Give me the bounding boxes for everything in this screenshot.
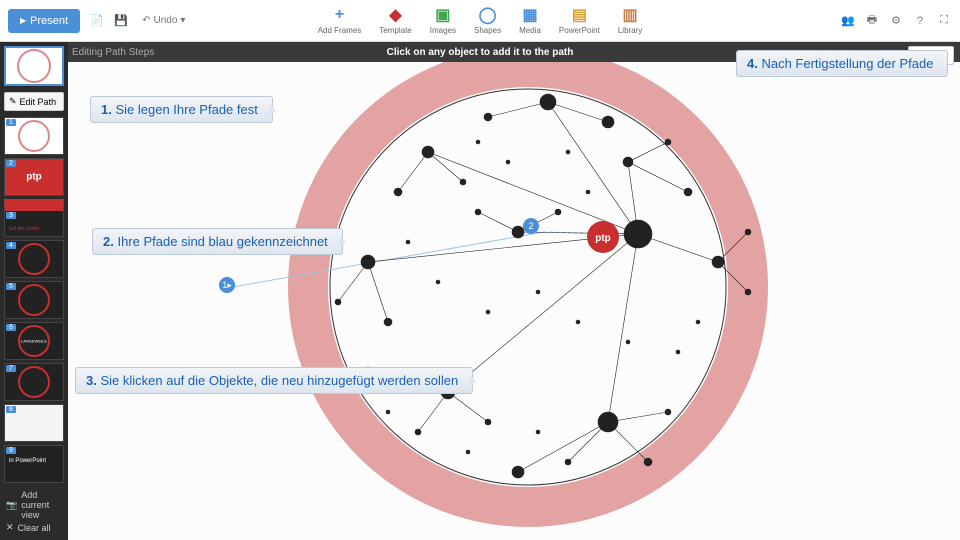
path-step-thumb-4[interactable]: 4	[4, 240, 64, 278]
tool-label: Images	[430, 26, 456, 35]
tool-label: Library	[618, 26, 642, 35]
toolbar-left-group: 📄 💾 ↶ Undo ▾	[88, 12, 191, 30]
annotation-2: 2. Ihre Pfade sind blau gekennzeichnet	[92, 228, 343, 255]
thumb-number: 6	[6, 324, 16, 331]
thumb-number: 8	[6, 406, 16, 413]
path-step-thumb-7[interactable]: 7	[4, 363, 64, 401]
add-frames-icon: +	[330, 6, 348, 24]
tool-label: Shapes	[474, 26, 501, 35]
annotation-4: 4. Nach Fertigstellung der Pfade	[736, 50, 948, 77]
overview-thumbnail[interactable]	[4, 46, 64, 86]
thumb-number: 1	[6, 119, 16, 126]
path-step-thumb-5[interactable]: 5	[4, 281, 64, 319]
tool-label: PowerPoint	[559, 26, 600, 35]
path-step-thumb-3[interactable]: 3	[4, 199, 64, 237]
shapes-icon: ◯	[479, 6, 497, 24]
tool-powerpoint[interactable]: ▤ PowerPoint	[559, 6, 600, 35]
collaborate-icon[interactable]: 👥	[840, 13, 856, 29]
print-icon[interactable]: 🖶	[864, 13, 880, 29]
clear-all-label: Clear all	[18, 523, 51, 533]
path-step-badge-2[interactable]: 2	[523, 218, 539, 234]
thumb-number: 7	[6, 365, 16, 372]
tool-images[interactable]: ▣ Images	[430, 6, 456, 35]
edit-path-label: Edit Path	[20, 97, 57, 107]
annotation-1-num: 1.	[101, 102, 112, 117]
annotation-1-text: Sie legen Ihre Pfade fest	[115, 102, 257, 117]
path-badge-1-num: 1	[222, 280, 227, 290]
tool-label: Media	[519, 26, 541, 35]
path-steps-list: 1 2 3 4 5 6 7 8 9	[0, 117, 68, 485]
thumb-number: 2	[6, 160, 16, 167]
annotation-2-num: 2.	[103, 234, 114, 249]
path-step-thumb-8[interactable]: 8	[4, 404, 64, 442]
thumb-number: 9	[6, 447, 16, 454]
tool-media[interactable]: ▦ Media	[519, 6, 541, 35]
sidebar-footer: 📷 Add current view ✕ Clear all	[0, 485, 68, 540]
media-icon: ▦	[521, 6, 539, 24]
annotation-3-num: 3.	[86, 373, 97, 388]
thumb-number: 3	[6, 212, 16, 219]
path-step-thumb-2[interactable]: 2	[4, 158, 64, 196]
tool-template[interactable]: ◆ Template	[379, 6, 411, 35]
thumb-number: 5	[6, 283, 16, 290]
undo-button[interactable]: ↶ Undo ▾	[136, 13, 191, 28]
annotation-4-text: Nach Fertigstellung der Pfade	[761, 56, 933, 71]
images-icon: ▣	[434, 6, 452, 24]
library-icon: ▥	[621, 6, 639, 24]
path-sidebar: ✎ Edit Path 1 2 3 4 5 6 7 8 9 📷 Add current view…	[0, 42, 68, 540]
thumb-number: 4	[6, 242, 16, 249]
tool-library[interactable]: ▥ Library	[618, 6, 642, 35]
path-step-thumb-1[interactable]: 1	[4, 117, 64, 155]
tool-label: Template	[379, 26, 411, 35]
powerpoint-icon: ▤	[570, 6, 588, 24]
add-current-label: Add current view	[21, 490, 62, 520]
svg-text:ptp: ptp	[595, 233, 611, 244]
path-step-badge-1[interactable]: 1▸	[219, 277, 235, 293]
tool-shapes[interactable]: ◯ Shapes	[474, 6, 501, 35]
prezi-canvas-graphic: ptp	[68, 62, 960, 540]
toolbar-right-group: 👥 🖶 ⚙ ? ⛶	[840, 13, 952, 29]
editing-path-label: Editing Path Steps	[72, 47, 154, 58]
annotation-1: 1. Sie legen Ihre Pfade fest	[90, 96, 273, 123]
toolbar-tools: + Add Frames ◆ Template ▣ Images ◯ Shapes ▦ Media…	[318, 6, 643, 35]
path-step-thumb-9[interactable]: 9	[4, 445, 64, 483]
present-button[interactable]: Present	[8, 9, 80, 33]
new-doc-icon[interactable]: 📄	[88, 12, 106, 30]
present-label: Present	[30, 15, 68, 27]
canvas[interactable]: ptp	[68, 62, 960, 540]
fullscreen-icon[interactable]: ⛶	[936, 13, 952, 29]
annotation-3-text: Sie klicken auf die Objekte, die neu hin…	[100, 373, 458, 388]
path-hint-text: Click on any object to add it to the pat…	[387, 47, 574, 58]
annotation-4-num: 4.	[747, 56, 758, 71]
path-badge-2-num: 2	[528, 221, 533, 231]
help-icon[interactable]: ?	[912, 13, 928, 29]
undo-label: Undo	[153, 15, 177, 26]
clear-all-button[interactable]: ✕ Clear all	[6, 521, 62, 534]
annotation-3: 3. Sie klicken auf die Objekte, die neu …	[75, 367, 473, 394]
template-icon: ◆	[387, 6, 405, 24]
edit-path-button[interactable]: ✎ Edit Path	[4, 92, 64, 111]
save-icon[interactable]: 💾	[112, 12, 130, 30]
settings-icon[interactable]: ⚙	[888, 13, 904, 29]
tool-add-frames[interactable]: + Add Frames	[318, 6, 362, 35]
annotation-2-text: Ihre Pfade sind blau gekennzeichnet	[117, 234, 327, 249]
tool-label: Add Frames	[318, 26, 362, 35]
path-step-thumb-6[interactable]: 6	[4, 322, 64, 360]
add-current-view-button[interactable]: 📷 Add current view	[6, 489, 62, 521]
main-toolbar: Present 📄 💾 ↶ Undo ▾ + Add Frames ◆ Templat…	[0, 0, 960, 42]
